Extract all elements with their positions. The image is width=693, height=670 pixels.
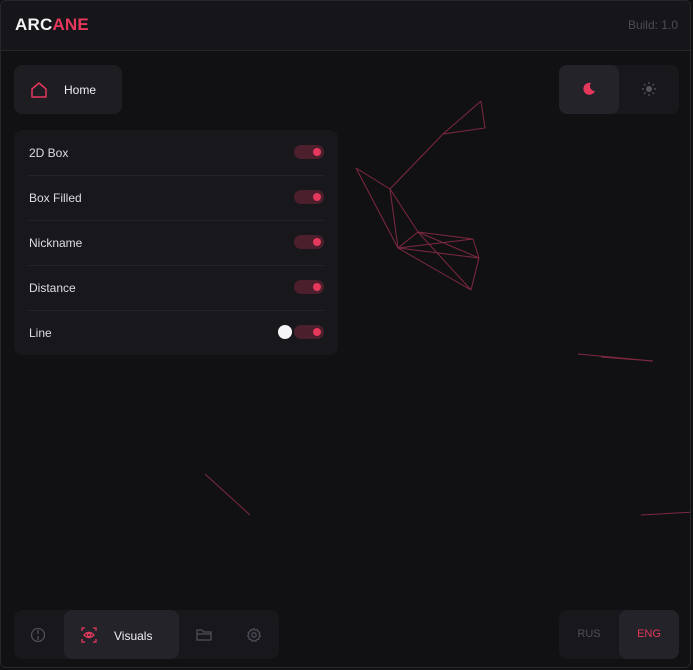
nav-configs[interactable] [190, 610, 234, 659]
sun-icon [642, 82, 656, 96]
lang-rus-button[interactable]: RUS [559, 610, 619, 659]
theme-switcher [559, 65, 679, 114]
nav-visuals[interactable]: Visuals [64, 610, 179, 659]
nav-visuals-label: Visuals [114, 629, 153, 643]
option-label: Distance [29, 281, 76, 295]
toggle-line[interactable] [294, 325, 324, 339]
option-label: 2D Box [29, 146, 69, 160]
toggle-nickname[interactable] [294, 235, 324, 249]
crosshair-icon [30, 627, 46, 643]
option-label: Line [29, 326, 52, 340]
folder-icon [196, 629, 212, 641]
home-label: Home [64, 83, 97, 97]
light-theme-button[interactable] [619, 65, 679, 114]
toggle-box-filled[interactable] [294, 190, 324, 204]
option-row-line: Line [28, 310, 324, 355]
home-icon [31, 82, 47, 98]
build-version: Build: 1.0 [627, 18, 678, 32]
home-button[interactable]: Home [14, 65, 122, 114]
nav-aim[interactable] [14, 610, 62, 659]
option-row-2d-box: 2D Box [28, 130, 324, 176]
option-row-distance: Distance [28, 265, 324, 311]
line-color-picker[interactable] [278, 325, 292, 339]
option-row-box-filled: Box Filled [28, 175, 324, 221]
lang-eng-button[interactable]: ENG [619, 610, 679, 659]
top-bar: ARCANE Build: 1.0 [1, 1, 690, 51]
toggle-2d-box[interactable] [294, 145, 324, 159]
option-row-nickname: Nickname [28, 220, 324, 266]
bottom-nav: Visuals [14, 610, 279, 659]
app-window: ARCANE Build: 1.0 Home 2D Box Box Filled… [0, 0, 691, 668]
gear-icon [246, 627, 262, 642]
dark-theme-button[interactable] [559, 65, 619, 114]
moon-icon [583, 82, 595, 95]
eye-scan-icon [81, 627, 97, 643]
language-switcher: RUS ENG [559, 610, 679, 659]
nav-settings[interactable] [236, 610, 279, 659]
app-logo: ARCANE [15, 15, 89, 34]
option-label: Nickname [29, 236, 83, 250]
option-label: Box Filled [29, 191, 82, 205]
toggle-distance[interactable] [294, 280, 324, 294]
visuals-settings-panel: 2D Box Box Filled Nickname Distance Line [14, 130, 338, 355]
